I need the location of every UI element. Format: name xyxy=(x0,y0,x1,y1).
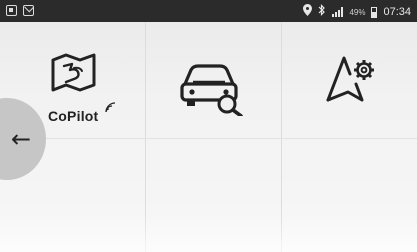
tile-copilot[interactable]: CoPilot xyxy=(30,40,140,130)
copilot-map-icon xyxy=(50,52,100,94)
arrow-left-icon: ← xyxy=(11,125,32,153)
signal-icon xyxy=(332,7,344,17)
bottom-shade xyxy=(0,212,417,252)
status-time: 07:34 xyxy=(383,6,411,18)
app-screen: 49% 07:34 CoPilot ← xyxy=(0,0,417,252)
navigation-settings-icon xyxy=(322,52,382,106)
row-divider xyxy=(0,138,417,139)
mail-icon xyxy=(23,5,34,16)
notification-icon xyxy=(6,5,17,16)
battery-icon xyxy=(371,6,378,18)
wireless-signal-icon xyxy=(104,102,116,114)
vehicle-search-icon xyxy=(179,60,245,116)
status-bar: 49% 07:34 xyxy=(0,0,417,22)
bluetooth-icon xyxy=(318,4,326,20)
tile-vehicle[interactable] xyxy=(175,40,255,130)
battery-percent: 49% xyxy=(349,7,366,17)
tile-navigation-settings[interactable] xyxy=(320,40,390,130)
status-right: 49% 07:34 xyxy=(303,4,411,20)
copilot-label: CoPilot xyxy=(48,108,98,124)
status-left xyxy=(6,5,34,16)
copilot-label-text: CoPilot xyxy=(48,108,99,124)
location-icon xyxy=(303,4,313,20)
